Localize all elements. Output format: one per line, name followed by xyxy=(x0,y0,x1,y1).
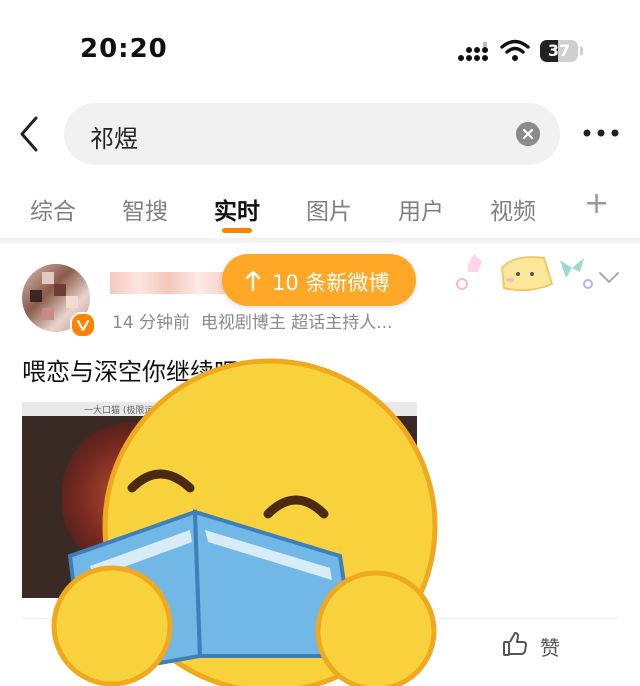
more-icon[interactable] xyxy=(580,120,622,146)
tab-images[interactable]: 图片 xyxy=(306,192,352,226)
new-posts-label: 10 条新微博 xyxy=(272,271,390,295)
search-query: 祁煜 xyxy=(90,125,138,153)
verified-badge-icon xyxy=(70,312,96,338)
battery-icon: 37 xyxy=(540,40,578,62)
thumbs-up-icon xyxy=(503,632,527,656)
post-time: 14 分钟前 xyxy=(112,313,191,333)
battery-tip xyxy=(580,47,583,55)
user-tags[interactable]: 电视剧博主 超话主持人... xyxy=(201,313,393,333)
active-tab-indicator xyxy=(222,228,252,233)
search-tabs: 综合 智搜 实时 图片 用户 视频 + xyxy=(0,182,640,234)
tab-users[interactable]: 用户 xyxy=(398,192,444,226)
battery-level: 37 xyxy=(547,41,571,60)
add-tab-button[interactable]: + xyxy=(584,189,609,219)
status-time: 20:20 xyxy=(80,34,168,64)
back-icon[interactable] xyxy=(14,112,46,156)
tab-smart-search[interactable]: 智搜 xyxy=(122,192,168,226)
status-bar: 20:20 37 xyxy=(0,0,640,100)
search-input[interactable]: 祁煜 xyxy=(64,103,560,165)
tab-videos[interactable]: 视频 xyxy=(490,192,536,226)
reading-emoji-icon xyxy=(51,358,438,686)
clear-icon[interactable] xyxy=(516,122,540,146)
arrow-up-icon xyxy=(245,270,261,292)
tab-comprehensive[interactable]: 综合 xyxy=(30,192,76,226)
post-meta: 14 分钟前 电视剧博主 超话主持人... xyxy=(112,308,392,333)
cheese-decoration-icon xyxy=(456,254,593,292)
section-divider xyxy=(0,238,640,243)
like-button[interactable]: 赞 xyxy=(502,630,592,660)
cellular-signal-icon xyxy=(458,42,488,61)
new-posts-button[interactable]: 10 条新微博 xyxy=(222,254,416,306)
tab-realtime[interactable]: 实时 xyxy=(214,192,260,226)
wifi-icon xyxy=(500,39,530,61)
username-obscured[interactable] xyxy=(110,272,228,294)
like-label: 赞 xyxy=(540,636,560,660)
chevron-down-icon[interactable] xyxy=(598,270,620,286)
